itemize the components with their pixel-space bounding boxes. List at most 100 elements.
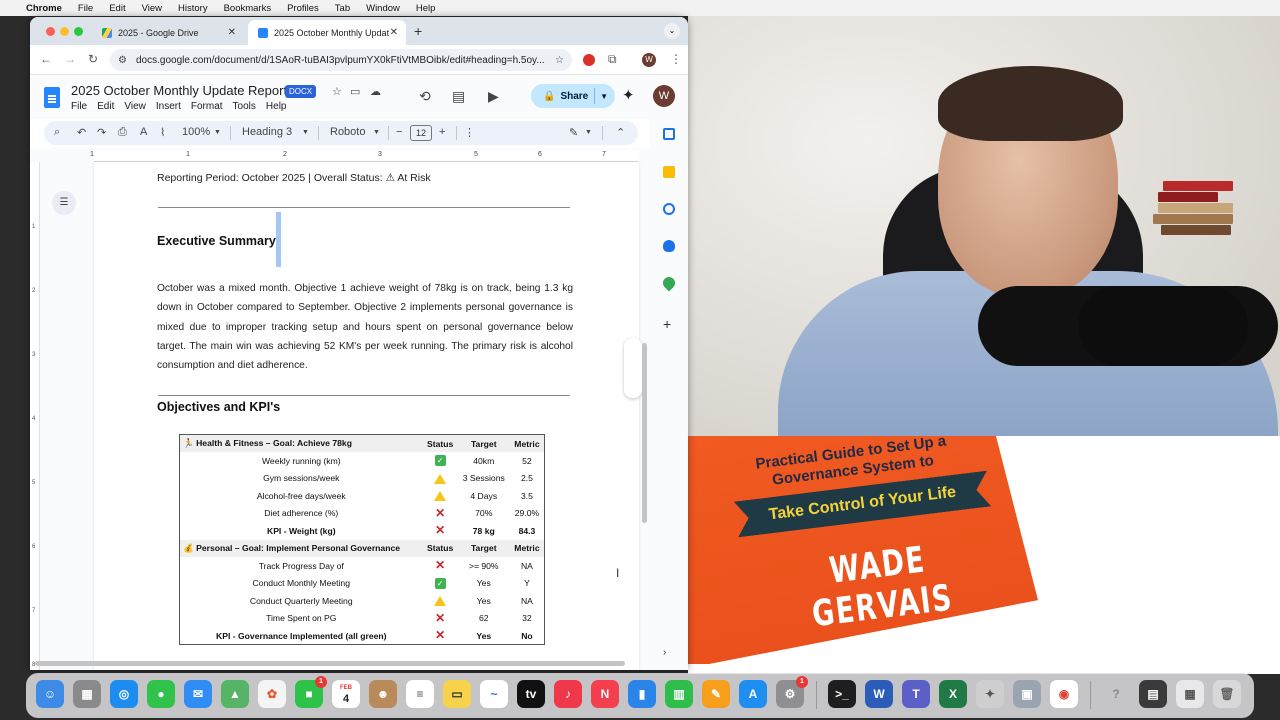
profile-avatar[interactable]: W <box>642 53 656 67</box>
extensions-puzzle-icon[interactable]: ⧉ <box>608 52 617 67</box>
tab-google-docs[interactable]: 2025 October Monthly Updat ✕ <box>248 20 406 45</box>
menu-help[interactable]: Help <box>416 3 436 14</box>
chevron-down-icon[interactable]: ▼ <box>373 129 380 136</box>
vertical-scrollbar[interactable] <box>642 343 647 523</box>
menu-bookmarks[interactable]: Bookmarks <box>224 3 272 14</box>
maps-icon[interactable]: ▲ <box>221 680 249 708</box>
maps-icon[interactable] <box>660 274 678 292</box>
increase-font-size-icon[interactable]: + <box>439 126 445 138</box>
horizontal-scrollbar[interactable] <box>35 661 625 666</box>
menu-app-name[interactable]: Chrome <box>26 3 62 14</box>
spellcheck-icon[interactable]: A <box>140 126 147 138</box>
teams-icon[interactable]: T <box>902 680 930 708</box>
extension-icon[interactable] <box>583 54 595 66</box>
freeform-icon[interactable]: ~ <box>480 680 508 708</box>
paint-format-icon[interactable]: ⌇ <box>160 126 165 139</box>
zoom-select[interactable]: 100% <box>182 126 210 138</box>
font-size-input[interactable]: 12 <box>410 125 432 141</box>
document-title[interactable]: 2025 October Monthly Update Report <box>71 83 287 98</box>
google-docs-logo-icon[interactable] <box>44 87 60 108</box>
address-bar[interactable]: ⚙ docs.google.com/document/d/1SAoR-tuBAI… <box>110 49 572 71</box>
meet-icon[interactable]: ▶ <box>488 88 499 105</box>
word-icon[interactable]: W <box>865 680 893 708</box>
zoom-window-button[interactable] <box>74 27 83 36</box>
decrease-font-size-icon[interactable]: − <box>396 126 402 138</box>
tab-google-drive[interactable]: 2025 - Google Drive ✕ <box>92 20 244 45</box>
menu-history[interactable]: History <box>178 3 208 14</box>
contacts-icon[interactable] <box>663 240 675 252</box>
close-tab-icon[interactable]: ✕ <box>390 27 398 38</box>
close-tab-icon[interactable]: ✕ <box>228 27 236 38</box>
calendar-icon[interactable] <box>663 128 675 140</box>
tasks-icon[interactable] <box>663 203 675 215</box>
terminal-icon[interactable]: >_ <box>828 680 856 708</box>
system-settings-icon[interactable]: ⚙ 1 <box>776 676 808 708</box>
reload-icon[interactable]: ↻ <box>88 52 98 66</box>
print-icon[interactable]: ⎙ <box>118 126 127 139</box>
music-icon[interactable]: ♪ <box>554 680 582 708</box>
search-menus-icon[interactable]: ⌕ <box>54 126 60 139</box>
star-icon[interactable]: ☆ <box>332 85 342 98</box>
safari-icon[interactable]: ◎ <box>110 680 138 708</box>
forward-icon[interactable]: → <box>64 52 76 66</box>
preview-icon[interactable]: ▣ <box>1013 680 1041 708</box>
launchpad-icon[interactable]: ▦ <box>73 680 101 708</box>
floating-comment-tools[interactable] <box>624 338 642 398</box>
share-button[interactable]: 🔒 Share ▼ <box>531 84 615 108</box>
document-outline-icon[interactable]: ☰ <box>52 191 76 215</box>
document-page[interactable]: Reporting Period: October 2025 | Overall… <box>94 162 639 670</box>
user-avatar[interactable]: W <box>653 85 675 107</box>
chevron-down-icon[interactable]: ▼ <box>302 129 309 136</box>
docs-menu-edit[interactable]: Edit <box>97 101 114 112</box>
docs-menu-view[interactable]: View <box>124 101 146 112</box>
undo-icon[interactable]: ↶ <box>77 126 86 139</box>
finder-icon[interactable]: ☺ <box>36 680 64 708</box>
facetime-icon[interactable]: ■ 1 <box>295 676 327 708</box>
menu-view[interactable]: View <box>142 3 162 14</box>
downloads-folder-icon[interactable]: ▤ <box>1139 680 1167 708</box>
news-icon[interactable]: N <box>591 680 619 708</box>
contacts-icon[interactable]: ☻ <box>369 680 397 708</box>
minimize-window-button[interactable] <box>60 27 69 36</box>
help-icon[interactable]: ? <box>1102 680 1130 708</box>
menu-window[interactable]: Window <box>366 3 400 14</box>
chrome-menu-icon[interactable]: ⋮ <box>670 52 682 66</box>
notes-icon[interactable]: ▭ <box>443 680 471 708</box>
more-options-icon[interactable]: ⋮ <box>464 126 475 139</box>
excel-icon[interactable]: X <box>939 680 967 708</box>
bookmark-star-icon[interactable]: ☆ <box>555 55 564 66</box>
documents-folder-icon[interactable]: ▦ <box>1176 680 1204 708</box>
trash-icon[interactable]: 🗑 <box>1213 680 1241 708</box>
menu-tab[interactable]: Tab <box>335 3 350 14</box>
utility-icon[interactable]: ✦ <box>976 680 1004 708</box>
editing-mode-icon[interactable]: ✎ <box>569 126 578 139</box>
photos-icon[interactable]: ✿ <box>258 680 286 708</box>
keynote-icon[interactable]: ▮ <box>628 680 656 708</box>
style-select[interactable]: Heading 3 <box>242 126 292 138</box>
comments-icon[interactable]: ▤ <box>452 88 465 105</box>
cloud-status-icon[interactable]: ☁ <box>370 85 381 98</box>
add-addon-icon[interactable]: + <box>663 317 677 331</box>
menu-file[interactable]: File <box>78 3 93 14</box>
docs-menu-help[interactable]: Help <box>266 101 287 112</box>
docs-menu-insert[interactable]: Insert <box>156 101 181 112</box>
docs-menu-tools[interactable]: Tools <box>233 101 256 112</box>
chevron-down-icon[interactable]: ▼ <box>214 129 221 136</box>
show-side-panel-icon[interactable]: › <box>663 647 675 659</box>
keep-icon[interactable] <box>663 166 675 178</box>
numbers-icon[interactable]: ▥ <box>665 680 693 708</box>
app-store-icon[interactable]: A <box>739 680 767 708</box>
move-folder-icon[interactable]: ▭ <box>350 85 360 98</box>
hide-menus-icon[interactable]: ⌃ <box>616 126 625 139</box>
messages-icon[interactable]: ● <box>147 680 175 708</box>
menu-edit[interactable]: Edit <box>109 3 125 14</box>
apple-tv-icon[interactable]: tv <box>517 680 545 708</box>
calendar-icon[interactable]: FEB 4 <box>332 680 360 708</box>
pages-icon[interactable]: ✎ <box>702 680 730 708</box>
tab-search-icon[interactable]: ⌄ <box>664 23 680 39</box>
reminders-icon[interactable]: ≡ <box>406 680 434 708</box>
chevron-down-icon[interactable]: ▼ <box>600 92 608 101</box>
docs-menu-file[interactable]: File <box>71 101 87 112</box>
chrome-icon[interactable]: ◉ <box>1050 680 1078 708</box>
new-tab-icon[interactable]: + <box>414 23 422 39</box>
